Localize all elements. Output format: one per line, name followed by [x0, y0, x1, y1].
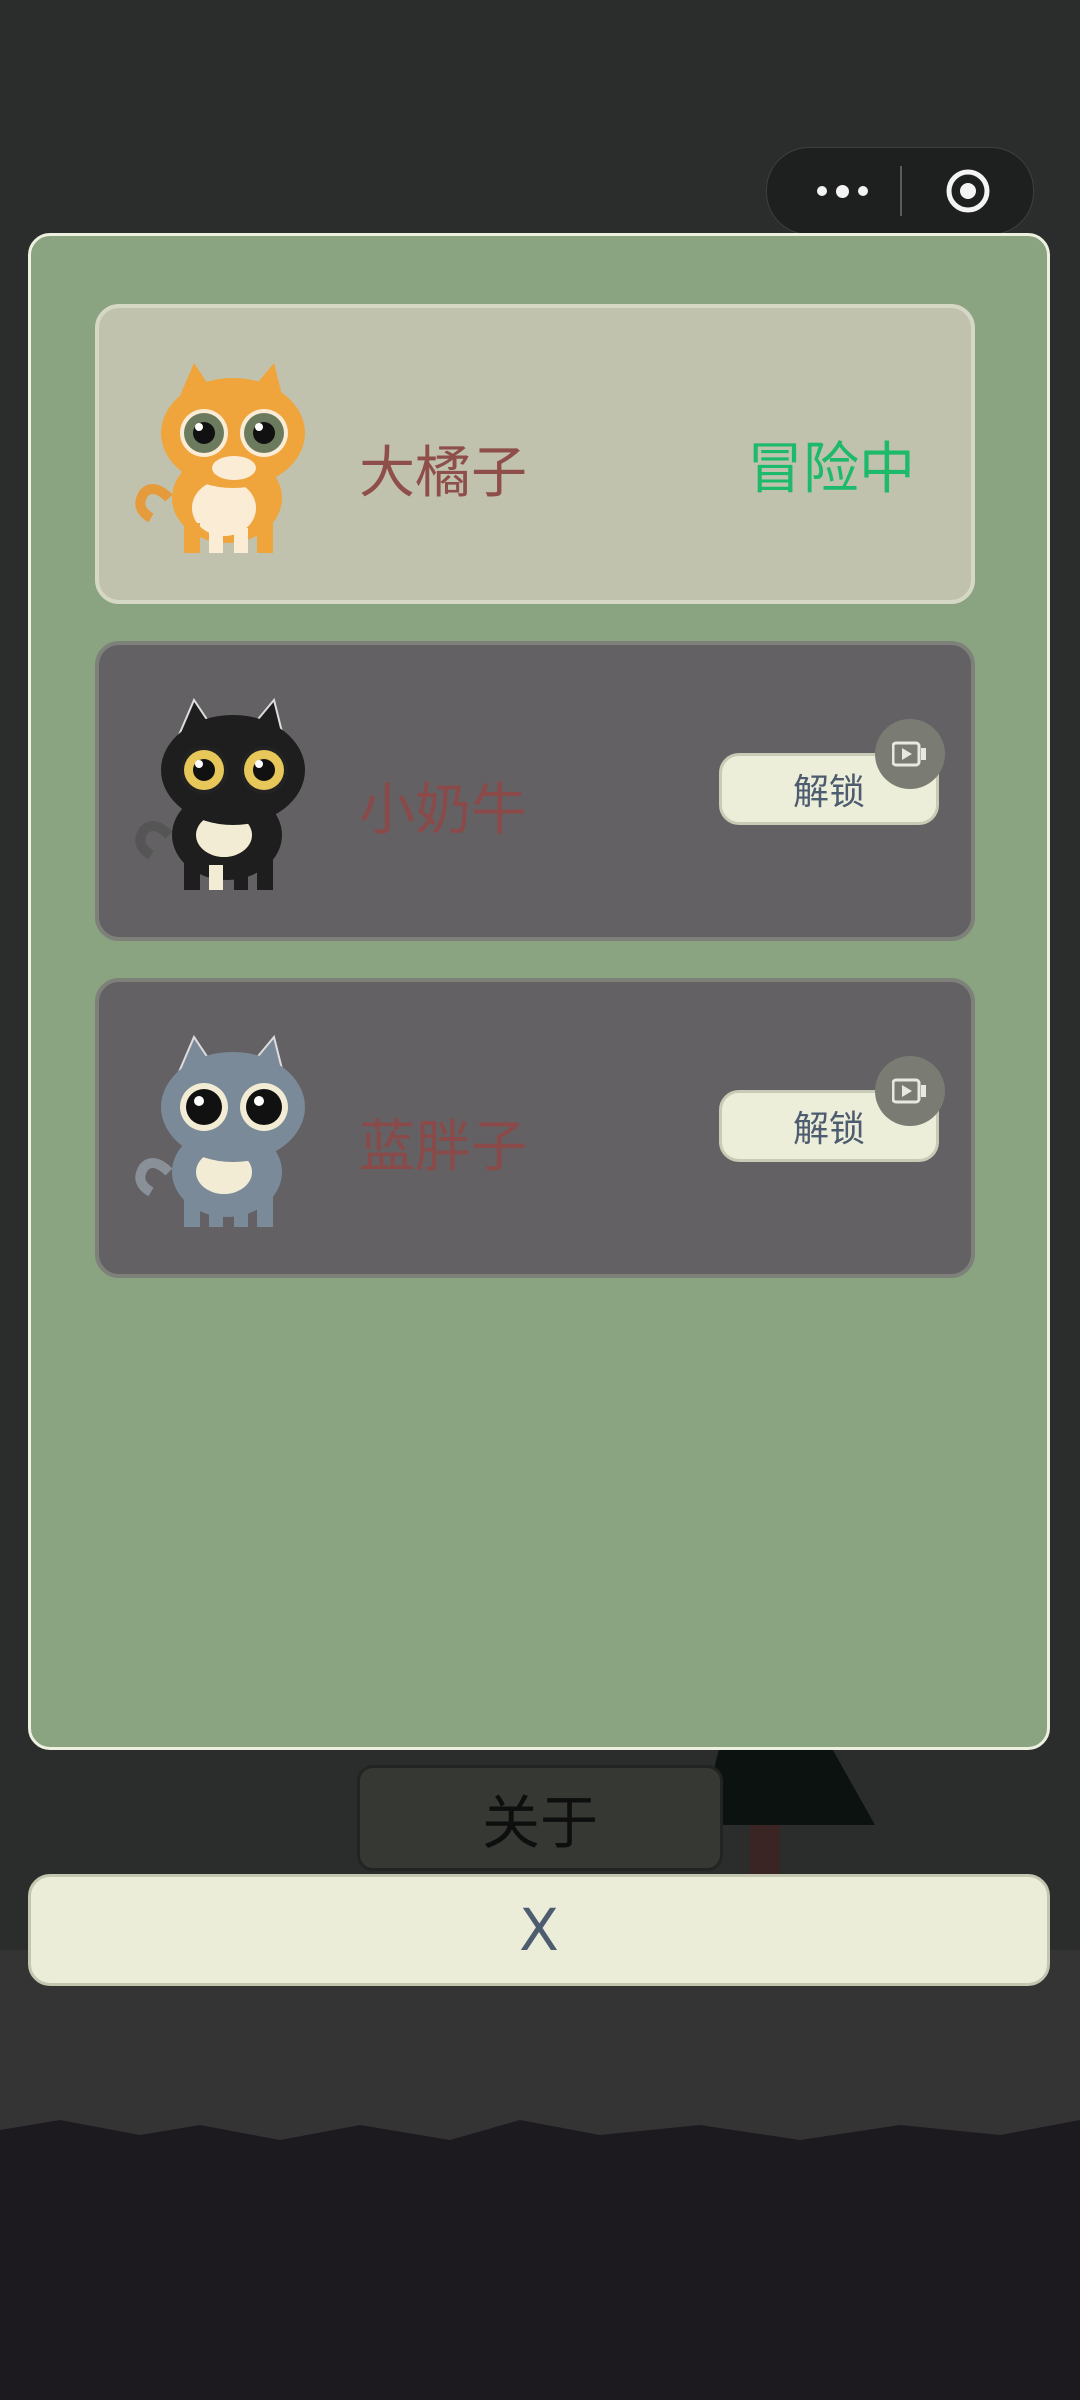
- video-icon: [875, 719, 945, 789]
- hills-silhouette: [0, 2080, 1080, 2400]
- cat-card-blue[interactable]: 蓝胖子 解锁: [95, 978, 975, 1278]
- close-button[interactable]: X: [28, 1874, 1050, 1986]
- more-dots-icon[interactable]: [807, 176, 877, 206]
- cat-card-orange[interactable]: 大橘子 冒险中: [95, 304, 975, 604]
- cat-selection-panel: 大橘子 冒险中 小奶牛 解锁 蓝胖子 解锁: [28, 233, 1050, 1750]
- cat-card-black[interactable]: 小奶牛 解锁: [95, 641, 975, 941]
- blue-cat-avatar: [135, 1034, 305, 1227]
- cat-name: 大橘子: [359, 441, 527, 506]
- video-icon: [875, 1056, 945, 1126]
- about-button[interactable]: 关于: [357, 1765, 723, 1871]
- cat-name: 蓝胖子: [359, 1115, 527, 1180]
- target-circle-icon[interactable]: [945, 168, 991, 214]
- orange-cat-avatar: [135, 363, 305, 553]
- cat-name: 小奶牛: [359, 778, 527, 843]
- capsule-divider: [900, 166, 902, 216]
- adventure-status: 冒险中: [747, 437, 915, 502]
- tree-silhouette: [700, 1745, 875, 1875]
- black-cat-avatar: [135, 697, 305, 890]
- mini-program-capsule: [766, 147, 1034, 235]
